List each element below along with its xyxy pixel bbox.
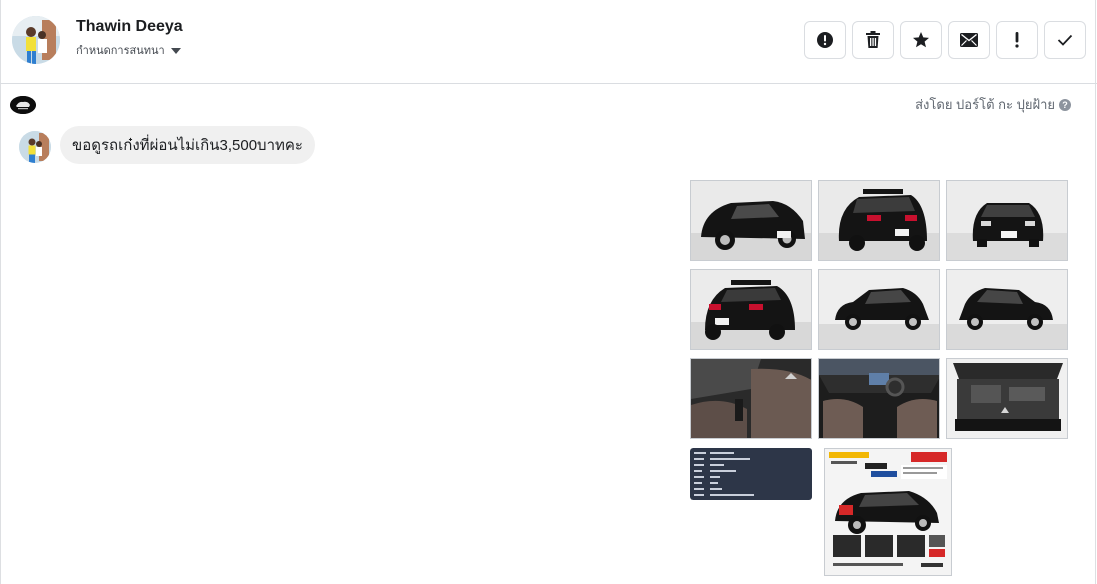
photo-engine-bay[interactable] <box>946 358 1068 439</box>
delete-button[interactable] <box>852 21 894 59</box>
envelope-icon <box>960 33 978 47</box>
conversation-actions <box>804 21 1086 59</box>
sent-by-text: ส่งโดย ปอร์โต้ กะ ปุยฝ้าย <box>915 97 1055 112</box>
mark-unread-button[interactable] <box>948 21 990 59</box>
photo-interior-seats[interactable] <box>690 358 812 439</box>
caret-down-icon <box>170 47 181 54</box>
star-button[interactable] <box>900 21 942 59</box>
photo-car-side-left[interactable] <box>818 269 940 350</box>
photo-car-front[interactable] <box>946 180 1068 261</box>
sent-by-label: ส่งโดย ปอร์โต้ กะ ปุยฝ้าย ? <box>915 94 1071 115</box>
photo-promo-poster[interactable] <box>824 448 952 576</box>
sender-avatar[interactable] <box>19 131 51 163</box>
check-icon <box>1057 34 1073 46</box>
follow-up-button[interactable] <box>996 21 1038 59</box>
conversation-header: Thawin Deeya กำหนดการสนทนา <box>0 0 1097 84</box>
alert-circle-icon <box>817 32 833 48</box>
contact-name[interactable]: Thawin Deeya <box>76 18 183 36</box>
help-icon[interactable]: ? <box>1059 98 1071 111</box>
photo-car-side-right[interactable] <box>946 269 1068 350</box>
assign-conversation-label: กำหนดการสนทนา <box>76 45 165 57</box>
photo-interior-dashboard[interactable] <box>818 358 940 439</box>
mark-spam-button[interactable] <box>804 21 846 59</box>
photo-car-front-left[interactable] <box>690 180 812 261</box>
trash-icon <box>866 31 880 48</box>
photo-spec-sheet[interactable] <box>690 448 812 500</box>
message-text: ขอดูรถเก๋งที่ผ่อนไม่เกิน3,500บาทคะ <box>72 137 303 154</box>
assign-conversation-dropdown[interactable]: กำหนดการสนทนา <box>76 41 181 59</box>
mark-done-button[interactable] <box>1044 21 1086 59</box>
message-bubble[interactable]: ขอดูรถเก๋งที่ผ่อนไม่เกิน3,500บาทคะ <box>60 126 315 164</box>
exclamation-icon <box>1015 32 1019 48</box>
star-icon <box>913 32 929 48</box>
photo-car-rear-left[interactable] <box>690 269 812 350</box>
contact-avatar[interactable] <box>12 16 60 64</box>
page-logo <box>10 96 36 114</box>
photo-car-rear-right[interactable] <box>818 180 940 261</box>
